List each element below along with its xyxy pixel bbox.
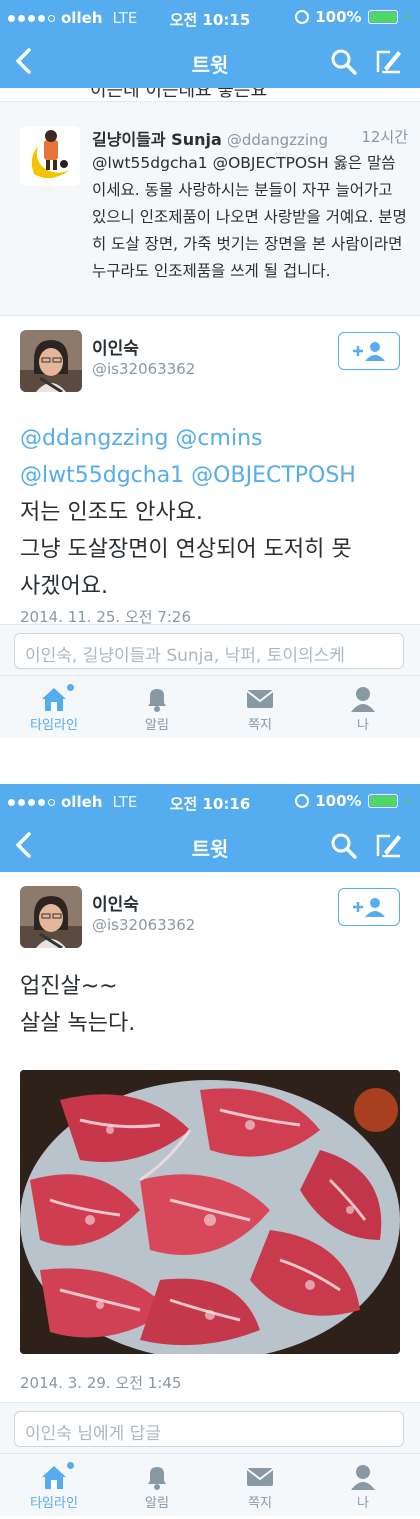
tab-notifications[interactable]: 알림 (127, 684, 187, 733)
status-bar: olleh LTE 오전 10:15 100% ⚡ (0, 0, 420, 36)
reply-bar: 이인숙 님에게 답글 (0, 1402, 420, 1454)
screenshot-divider (0, 740, 420, 784)
envelope-icon (230, 684, 290, 714)
add-user-icon (353, 898, 385, 917)
add-user-icon (353, 342, 385, 361)
author-handle: @is32063362 (92, 360, 196, 378)
bell-icon (127, 684, 187, 714)
envelope-icon (230, 1462, 290, 1492)
battery-percent: 100% (315, 8, 362, 26)
tweet-mentions[interactable]: @lwt55dgcha1 @OBJECTPOSH (20, 457, 410, 494)
avatar[interactable] (20, 886, 82, 948)
tweet-line: 그냥 도살장면이 연상되어 도저히 못 (20, 537, 352, 562)
tweet-body: @lwt55dgcha1 @OBJECTPOSH 옳은 말씀이세요. 동물 사랑… (92, 154, 407, 280)
tweet-line: 저는 인조도 안사요. (20, 500, 203, 525)
battery-percent: 100% (315, 792, 362, 810)
tab-bar: 타임라인 알림 쪽지 나 (0, 1454, 420, 1516)
person-icon (333, 684, 393, 714)
avatar[interactable] (20, 330, 82, 392)
tab-messages[interactable]: 쪽지 (230, 1462, 290, 1511)
nav-bar: 트윗 (0, 820, 420, 872)
author-name[interactable]: 이인숙 (92, 334, 139, 359)
follow-button[interactable] (338, 888, 400, 926)
author-name[interactable]: 이인숙 (92, 890, 139, 915)
bell-icon (127, 1462, 187, 1492)
reply-input[interactable]: 이인숙, 길냥이들과 Sunja, 낙퍼, 토이의스케 (14, 633, 404, 669)
charging-icon: ⚡ (403, 10, 412, 24)
tweet-line: 사겠어요. (20, 574, 108, 599)
tab-bar: 타임라인 알림 쪽지 나 (0, 676, 420, 738)
tweet-text: @ddangzzing @cmins @lwt55dgcha1 @OBJECTP… (20, 420, 410, 605)
compose-icon[interactable] (374, 46, 404, 76)
tab-timeline[interactable]: 타임라인 (24, 1462, 84, 1511)
tweet-text: 업진살~~ 살살 녹는다. (20, 968, 410, 1042)
tweet-line: 업진살~~ (20, 974, 118, 999)
home-icon (24, 1462, 84, 1492)
author-handle: @is32063362 (92, 916, 196, 934)
tweet-author-row: 이인숙 @is32063362 (0, 872, 420, 952)
tab-me[interactable]: 나 (333, 684, 393, 733)
reply-input[interactable]: 이인숙 님에게 답글 (14, 1411, 404, 1447)
tweet-timestamp: 12시간 (361, 128, 408, 146)
unread-badge (67, 684, 74, 691)
rotation-lock-icon (295, 10, 310, 24)
nav-bar: 트윗 (0, 36, 420, 88)
tweet-author-handle: @ddangzzing (226, 131, 329, 149)
tab-timeline[interactable]: 타임라인 (24, 684, 84, 733)
compose-icon[interactable] (374, 830, 404, 860)
tweet-line: 살살 녹는다. (20, 1011, 136, 1036)
tab-messages[interactable]: 쪽지 (230, 684, 290, 733)
status-bar: olleh LTE 오전 10:16 100% ⚡ (0, 784, 420, 820)
search-icon[interactable] (330, 48, 358, 76)
tweet-author-row: 이인숙 @is32063362 (0, 316, 420, 396)
rotation-lock-icon (295, 794, 310, 808)
tweet-mentions[interactable]: @ddangzzing @cmins (20, 420, 410, 457)
reply-bar: 이인숙, 길냥이들과 Sunja, 낙퍼, 토이의스케 (0, 624, 420, 676)
tweet-date: 2014. 11. 25. 오전 7:26 (20, 610, 192, 624)
search-icon[interactable] (330, 832, 358, 860)
battery-icon (367, 794, 398, 808)
tweet-author-name[interactable]: 길냥이들과 Sunja (92, 130, 222, 149)
avatar[interactable] (20, 126, 80, 186)
charging-icon: ⚡ (403, 794, 412, 808)
tweet-date: 2014. 3. 29. 오전 1:45 (20, 1374, 182, 1392)
battery-icon (367, 10, 398, 24)
tab-me[interactable]: 나 (333, 1462, 393, 1511)
home-icon (24, 684, 84, 714)
person-icon (333, 1462, 393, 1492)
unread-badge (67, 1462, 74, 1469)
reply-tweet[interactable]: 길냥이들과 Sunja @ddangzzing 12시간 @lwt55dgcha… (0, 102, 420, 316)
screenshot-1: olleh LTE 오전 10:15 100% ⚡ 트윗 이는데 이는데요 좋은… (0, 0, 420, 740)
previous-tweet-fragment: 이는데 이는데요 좋은요 (0, 88, 420, 102)
follow-button[interactable] (338, 332, 400, 370)
tweet-photo-marbled-beef[interactable] (20, 1070, 400, 1354)
screenshot-2: olleh LTE 오전 10:16 100% ⚡ 트윗 이인숙 @is3206… (0, 784, 420, 1519)
tab-notifications[interactable]: 알림 (127, 1462, 187, 1511)
